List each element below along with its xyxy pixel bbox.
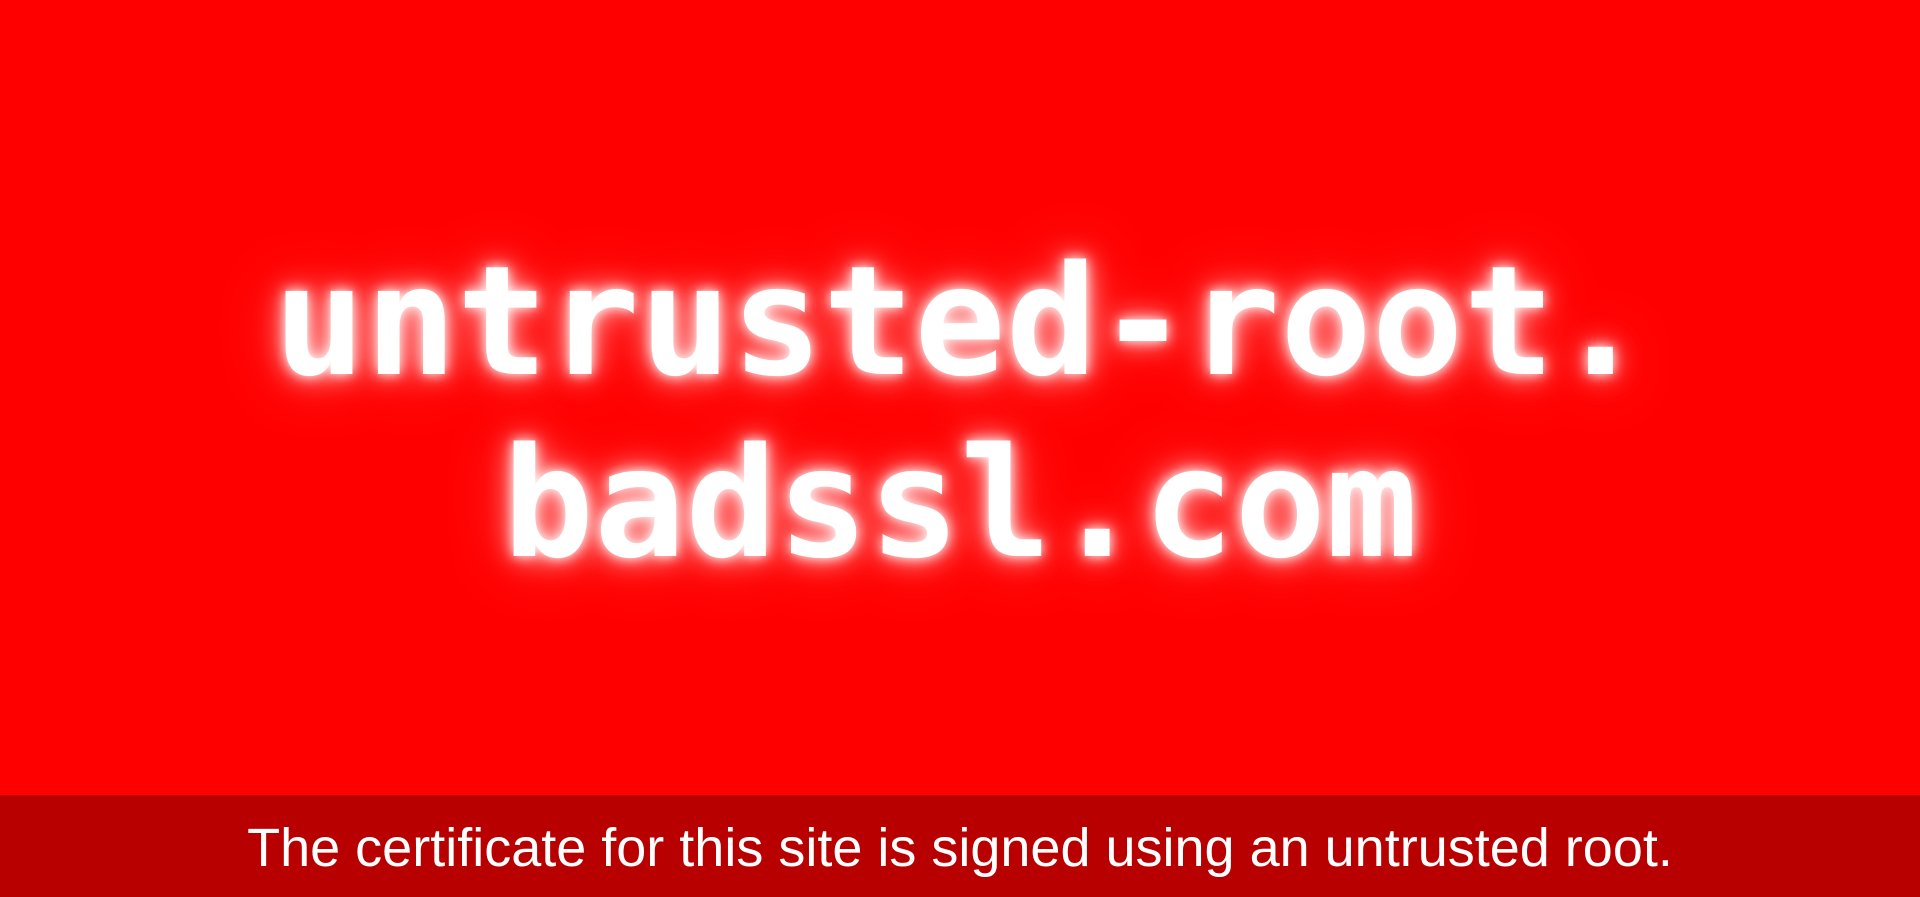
footer-description: The certificate for this site is signed … xyxy=(247,818,1673,878)
main-content: untrusted-root. badssl.com xyxy=(0,0,1920,795)
domain-line-1: untrusted-root. xyxy=(273,232,1647,410)
domain-line-2: badssl.com xyxy=(502,414,1418,592)
domain-heading: untrusted-root. badssl.com xyxy=(274,201,1647,595)
footer-banner: The certificate for this site is signed … xyxy=(0,795,1920,897)
